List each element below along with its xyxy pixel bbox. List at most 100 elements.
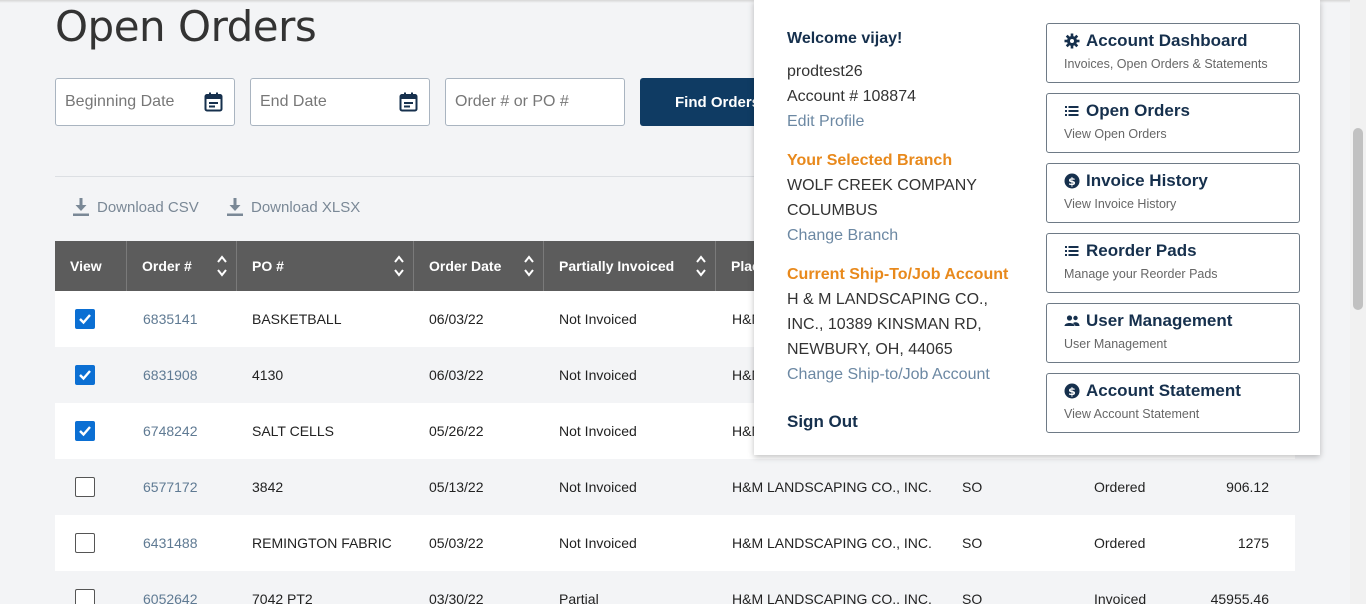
header-po[interactable]: PO # xyxy=(237,241,414,291)
cell-type: SO xyxy=(962,591,983,604)
cell-order[interactable]: 6577172 xyxy=(143,459,198,515)
edit-profile-link[interactable]: Edit Profile xyxy=(787,109,1037,134)
cell-order[interactable]: 6748242 xyxy=(143,403,198,459)
nav-title: Reorder Pads xyxy=(1064,241,1299,261)
nav-invoice-history-button[interactable]: $ Invoice History View Invoice History xyxy=(1046,163,1300,223)
sort-icon[interactable] xyxy=(216,253,228,279)
checkmark-icon xyxy=(79,314,91,325)
cell-view xyxy=(75,291,95,347)
row-checkbox[interactable] xyxy=(75,477,95,497)
shipto-line: H & M LANDSCAPING CO., xyxy=(787,291,988,308)
cell-po: BASKETBALL xyxy=(252,311,342,327)
download-xlsx-label: Download XLSX xyxy=(251,198,361,216)
cell-view xyxy=(75,515,95,571)
header-partially-invoiced[interactable]: Partially Invoiced xyxy=(544,241,716,291)
svg-text:$: $ xyxy=(1068,385,1076,398)
list-icon xyxy=(1064,103,1080,119)
nav-title-label: Open Orders xyxy=(1086,101,1190,120)
header-view: View xyxy=(55,241,127,291)
row-checkbox[interactable] xyxy=(75,421,95,441)
calendar-icon[interactable] xyxy=(204,92,223,112)
cell-po: REMINGTON FABRIC xyxy=(252,535,392,551)
calendar-icon[interactable] xyxy=(399,92,418,112)
cell-partial: Not Invoiced xyxy=(559,367,637,383)
end-date-field[interactable] xyxy=(250,78,430,126)
cell-place: H&M LANDSCAPING CO., INC. xyxy=(732,479,932,495)
order-po-input[interactable] xyxy=(446,79,624,125)
cell-date: 06/03/22 xyxy=(429,311,484,327)
header-order[interactable]: Order # xyxy=(127,241,237,291)
cell-amount: 45955.46 xyxy=(1210,591,1269,604)
nav-title: $ Invoice History xyxy=(1064,171,1299,191)
nav-subtitle: View Invoice History xyxy=(1064,197,1177,211)
cell-place: H&M LANDSCAPING CO., INC. xyxy=(732,535,932,551)
shipto-line: INC., 10389 KINSMAN RD, xyxy=(787,316,982,333)
sort-icon[interactable] xyxy=(523,253,535,279)
find-orders-button[interactable]: Find Orders xyxy=(640,78,770,126)
nav-subtitle: View Open Orders xyxy=(1064,127,1167,141)
download-icon xyxy=(73,198,89,216)
cell-partial: Not Invoiced xyxy=(559,423,637,439)
nav-user-management-button[interactable]: User Management User Management xyxy=(1046,303,1300,363)
cell-order[interactable]: 6052642 xyxy=(143,571,198,604)
table-row: 6431488 REMINGTON FABRIC 05/03/22 Not Invoi… xyxy=(55,515,1295,571)
sort-icon[interactable] xyxy=(695,253,707,279)
cell-view xyxy=(75,403,95,459)
change-branch-link[interactable]: Change Branch xyxy=(787,223,1037,248)
header-order-label: Order # xyxy=(142,258,192,274)
cell-view xyxy=(75,347,95,403)
download-icon xyxy=(227,198,243,216)
row-checkbox[interactable] xyxy=(75,589,95,604)
row-checkbox[interactable] xyxy=(75,365,95,385)
cell-status: Ordered xyxy=(1094,479,1146,495)
header-order-date[interactable]: Order Date xyxy=(414,241,544,291)
sort-icon[interactable] xyxy=(393,253,405,279)
cell-status: Invoiced xyxy=(1094,591,1147,604)
download-csv-link[interactable]: Download CSV xyxy=(73,198,199,216)
row-checkbox[interactable] xyxy=(75,533,95,553)
cell-date: 05/26/22 xyxy=(429,423,484,439)
nav-title-label: Reorder Pads xyxy=(1086,241,1197,260)
row-checkbox[interactable] xyxy=(75,309,95,329)
cell-view xyxy=(75,571,95,604)
cell-date: 06/03/22 xyxy=(429,367,484,383)
dollar-icon: $ xyxy=(1064,173,1080,189)
order-po-field[interactable] xyxy=(445,78,625,126)
download-xlsx-link[interactable]: Download XLSX xyxy=(227,198,360,216)
scrollbar[interactable] xyxy=(1350,0,1366,604)
cell-partial: Not Invoiced xyxy=(559,535,637,551)
nav-title: $ Account Statement xyxy=(1064,381,1299,401)
branch-name: WOLF CREEK COMPANY xyxy=(787,177,977,194)
change-shipto-link[interactable]: Change Ship-to/Job Account xyxy=(787,362,1037,387)
cell-partial: Partial xyxy=(559,591,599,604)
page-title: Open Orders xyxy=(55,2,317,51)
nav-subtitle: Invoices, Open Orders & Statements xyxy=(1064,57,1268,71)
cell-date: 05/13/22 xyxy=(429,479,484,495)
account-number: Account # 108874 xyxy=(787,88,916,105)
cell-amount: 906.12 xyxy=(1226,479,1269,495)
header-view-label: View xyxy=(70,258,102,274)
table-row: 6577172 3842 05/13/22 Not Invoiced H&M LANDS… xyxy=(55,459,1295,515)
cell-po: 3842 xyxy=(252,479,284,495)
nav-subtitle: View Account Statement xyxy=(1064,407,1200,421)
svg-text:$: $ xyxy=(1068,175,1076,188)
header-partial-label: Partially Invoiced xyxy=(559,258,675,274)
nav-account-statement-button[interactable]: $ Account Statement View Account Statement xyxy=(1046,373,1300,433)
cell-order[interactable]: 6831908 xyxy=(143,347,198,403)
cell-order[interactable]: 6835141 xyxy=(143,291,198,347)
beginning-date-field[interactable] xyxy=(55,78,235,126)
cell-type: SO xyxy=(962,535,983,551)
sign-out-link[interactable]: Sign Out xyxy=(787,409,1037,434)
divider xyxy=(55,176,775,177)
nav-title-label: Account Statement xyxy=(1086,381,1241,400)
header-date-label: Order Date xyxy=(429,258,502,274)
cell-type: SO xyxy=(962,479,983,495)
nav-title-label: Invoice History xyxy=(1086,171,1208,190)
branch-city: COLUMBUS xyxy=(787,202,878,219)
cell-order[interactable]: 6431488 xyxy=(143,515,198,571)
cell-partial: Not Invoiced xyxy=(559,479,637,495)
nav-open-orders-button[interactable]: Open Orders View Open Orders xyxy=(1046,93,1300,153)
nav-account-dashboard-button[interactable]: Account Dashboard Invoices, Open Orders &… xyxy=(1046,23,1300,83)
nav-reorder-pads-button[interactable]: Reorder Pads Manage your Reorder Pads xyxy=(1046,233,1300,293)
scrollbar-thumb[interactable] xyxy=(1353,128,1363,310)
